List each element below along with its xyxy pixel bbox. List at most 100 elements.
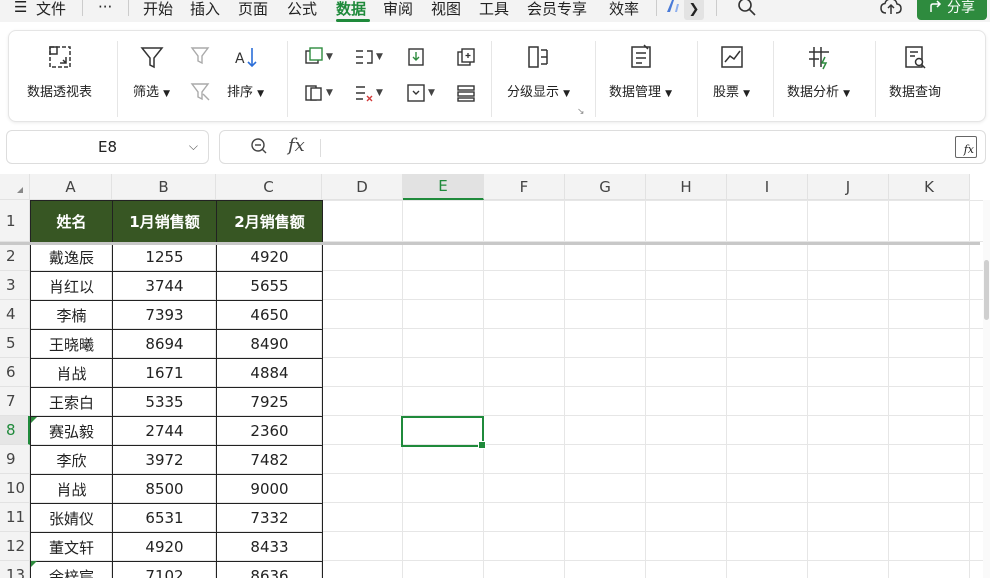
hamburger-menu-icon[interactable]: ☰ bbox=[14, 0, 27, 16]
data-analysis-button[interactable]: 数据分析 ▼ bbox=[787, 43, 850, 100]
column-header-g[interactable]: G bbox=[565, 174, 646, 200]
text-to-columns-icon[interactable]: ▼ bbox=[353, 45, 387, 69]
row-header-8[interactable]: 8 bbox=[0, 416, 30, 445]
filter-button[interactable]: 筛选 ▼ bbox=[133, 43, 170, 100]
cell-jan-sales[interactable]: 6531 bbox=[112, 503, 217, 533]
vertical-scrollbar[interactable] bbox=[983, 200, 990, 578]
sort-button[interactable]: A 排序 ▼ bbox=[227, 43, 264, 100]
chevron-down-icon[interactable]: ⌵ bbox=[189, 139, 198, 154]
cell-jan-sales[interactable]: 7393 bbox=[112, 300, 217, 330]
zoom-icon[interactable] bbox=[250, 137, 268, 159]
fill-down-icon[interactable]: ▼ bbox=[405, 81, 439, 105]
row-header-9[interactable]: 9 bbox=[0, 445, 30, 474]
cell-feb-sales[interactable]: 7482 bbox=[216, 445, 323, 475]
cell-name[interactable]: 肖红以 bbox=[30, 271, 113, 301]
data-query-button[interactable]: 数据查询 bbox=[889, 43, 941, 100]
cell-jan-sales[interactable]: 3744 bbox=[112, 271, 217, 301]
cell-feb-sales[interactable]: 4884 bbox=[216, 358, 323, 388]
header-jan-sales[interactable]: 1月销售额 bbox=[112, 200, 217, 243]
duplicates-icon[interactable]: ▼ bbox=[303, 45, 337, 69]
column-header-f[interactable]: F bbox=[484, 174, 565, 200]
tab-data[interactable]: 数据 bbox=[336, 0, 366, 19]
cell-feb-sales[interactable]: 7925 bbox=[216, 387, 323, 417]
cell-jan-sales[interactable]: 1671 bbox=[112, 358, 217, 388]
insert-function-icon[interactable]: fx bbox=[955, 136, 977, 158]
menu-file[interactable]: 文件 bbox=[36, 0, 66, 19]
tab-view[interactable]: 视图 bbox=[431, 0, 461, 19]
cell-name[interactable]: 李楠 bbox=[30, 300, 113, 330]
cell-name[interactable]: 戴逸辰 bbox=[30, 242, 113, 272]
row-header-5[interactable]: 5 bbox=[0, 329, 30, 358]
cell-name[interactable]: 王晓曦 bbox=[30, 329, 113, 359]
cell-name[interactable]: 肖战 bbox=[30, 474, 113, 504]
cell-name[interactable]: 肖战 bbox=[30, 358, 113, 388]
share-button[interactable]: 分享 bbox=[917, 0, 987, 20]
reapply-filter-icon[interactable] bbox=[189, 43, 223, 67]
column-header-a[interactable]: A bbox=[30, 174, 112, 200]
stocks-button[interactable]: 股票 ▼ bbox=[713, 43, 750, 100]
fx-icon[interactable]: fx bbox=[288, 135, 305, 156]
clear-filter-icon[interactable] bbox=[189, 79, 223, 103]
column-header-b[interactable]: B bbox=[112, 174, 216, 200]
cell-jan-sales[interactable]: 1255 bbox=[112, 242, 217, 272]
cell-jan-sales[interactable]: 2744 bbox=[112, 416, 217, 446]
cell-feb-sales[interactable]: 2360 bbox=[216, 416, 323, 446]
row-header-3[interactable]: 3 bbox=[0, 271, 30, 300]
cell-feb-sales[interactable]: 9000 bbox=[216, 474, 323, 504]
cell-name[interactable]: 李欣 bbox=[30, 445, 113, 475]
pivot-table-button[interactable]: 数据透视表 bbox=[27, 43, 92, 100]
column-header-d[interactable]: D bbox=[322, 174, 403, 200]
cell-jan-sales[interactable]: 4920 bbox=[112, 532, 217, 562]
cell-feb-sales[interactable]: 5655 bbox=[216, 271, 323, 301]
header-feb-sales[interactable]: 2月销售额 bbox=[216, 200, 323, 243]
row-header-2[interactable]: 2 bbox=[0, 242, 30, 271]
name-box[interactable]: E8 ⌵ bbox=[6, 130, 209, 164]
cell-name[interactable]: 余梓宸 bbox=[30, 561, 113, 578]
row-header-7[interactable]: 7 bbox=[0, 387, 30, 416]
select-all-corner[interactable] bbox=[0, 174, 30, 200]
row-header-1[interactable]: 1 bbox=[0, 200, 30, 242]
chevron-right-icon[interactable]: ❯ bbox=[684, 0, 704, 20]
cell-jan-sales[interactable]: 5335 bbox=[112, 387, 217, 417]
tab-page[interactable]: 页面 bbox=[238, 0, 268, 19]
formula-bar[interactable]: fx fx bbox=[219, 130, 986, 164]
row-header-12[interactable]: 12 bbox=[0, 532, 30, 561]
cell-feb-sales[interactable]: 4650 bbox=[216, 300, 323, 330]
cell-jan-sales[interactable]: 3972 bbox=[112, 445, 217, 475]
menu-more-icon[interactable]: ··· bbox=[98, 0, 112, 16]
row-header-6[interactable]: 6 bbox=[0, 358, 30, 387]
copy-icon[interactable] bbox=[455, 45, 489, 69]
cell-jan-sales[interactable]: 8500 bbox=[112, 474, 217, 504]
cloud-upload-icon[interactable] bbox=[880, 0, 902, 21]
cell-name[interactable]: 董文轩 bbox=[30, 532, 113, 562]
column-header-i[interactable]: I bbox=[727, 174, 808, 200]
tab-home[interactable]: 开始 bbox=[143, 0, 173, 19]
record-form-icon[interactable] bbox=[455, 81, 489, 105]
row-header-11[interactable]: 11 bbox=[0, 503, 30, 532]
outline-button[interactable]: 分级显示 ▼ bbox=[507, 43, 570, 100]
expand-group-icon[interactable]: ↘ bbox=[577, 107, 585, 117]
search-icon[interactable] bbox=[737, 0, 757, 21]
cell-jan-sales[interactable]: 8694 bbox=[112, 329, 217, 359]
column-header-h[interactable]: H bbox=[646, 174, 727, 200]
row-header-13[interactable]: 13 bbox=[0, 561, 30, 578]
tab-formula[interactable]: 公式 bbox=[287, 0, 317, 19]
tab-insert[interactable]: 插入 bbox=[190, 0, 220, 19]
cell-feb-sales[interactable]: 4920 bbox=[216, 242, 323, 272]
data-manage-button[interactable]: 数据管理 ▼ bbox=[609, 43, 672, 100]
header-name[interactable]: 姓名 bbox=[30, 200, 113, 243]
scrollbar-thumb[interactable] bbox=[984, 260, 989, 320]
consolidate-icon[interactable]: ▼ bbox=[353, 81, 387, 105]
row-header-10[interactable]: 10 bbox=[0, 474, 30, 503]
cell-feb-sales[interactable]: 8636 bbox=[216, 561, 323, 578]
column-header-j[interactable]: J bbox=[808, 174, 889, 200]
ai-icon[interactable] bbox=[664, 0, 680, 18]
import-data-icon[interactable] bbox=[405, 45, 439, 69]
tab-efficiency[interactable]: 效率 bbox=[609, 0, 639, 19]
column-header-c[interactable]: C bbox=[216, 174, 322, 200]
cell-feb-sales[interactable]: 8490 bbox=[216, 329, 323, 359]
cell-jan-sales[interactable]: 7102 bbox=[112, 561, 217, 578]
tab-tools[interactable]: 工具 bbox=[479, 0, 509, 19]
column-header-k[interactable]: K bbox=[889, 174, 970, 200]
freeze-pane-line[interactable] bbox=[0, 242, 980, 245]
